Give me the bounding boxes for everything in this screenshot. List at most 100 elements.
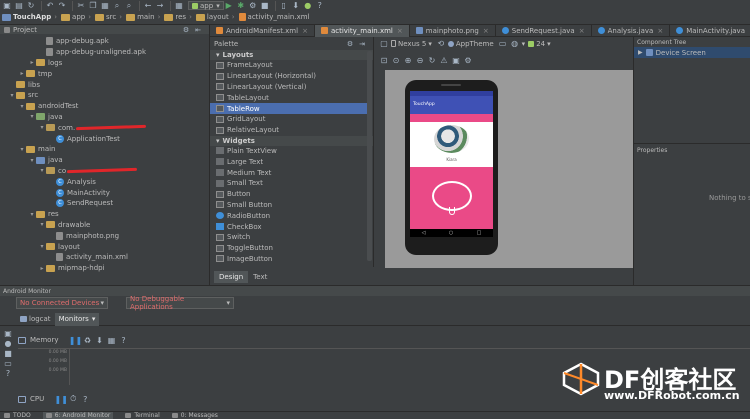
record-icon[interactable]: ● [3,338,13,348]
run-config-select[interactable]: app ▾ [188,1,224,10]
palette-item[interactable]: Button [210,189,373,200]
cpu-pause-icon[interactable]: ❚❚ [55,394,68,404]
breadcrumb-item[interactable]: res › [164,13,192,21]
tree-item[interactable]: ▾ com. [0,122,209,133]
tree-item[interactable]: mainphoto.png [0,230,209,241]
close-icon[interactable]: × [579,27,585,35]
monitor-tab-monitors[interactable]: Monitors ▾ [54,312,100,326]
sdk-icon[interactable]: ⬇ [291,1,301,11]
monitor-tab-logcat[interactable]: logcat [16,313,55,326]
chevron-right-icon[interactable]: ▸ [18,70,26,77]
editor-tab[interactable]: activity_main.xml × [314,24,410,37]
editor-tab[interactable]: Analysis.java × [592,24,671,37]
device-select[interactable]: Nexus 5 ▾ [391,40,432,48]
project-hide-icon[interactable]: ⇤ [193,25,203,35]
tree-item[interactable]: ▾ java [0,155,209,166]
run-icon[interactable]: ▶ [224,1,234,11]
tree-item[interactable]: ▾ res [0,209,209,220]
palette-item[interactable]: Small Text [210,178,373,189]
design-canvas[interactable]: TouchApp Kiara ◁ ○ □ [385,70,633,268]
palette-group-header[interactable]: ▾ Widgets [210,135,373,146]
locale-icon[interactable]: ◍ [510,39,520,49]
orientation-icon[interactable]: ⟲ [436,39,446,49]
debug-icon[interactable]: ✱ [236,1,246,11]
device-selector[interactable]: No Connected Devices ▾ [16,297,108,309]
palette-item[interactable]: TableLayout [210,92,373,103]
refresh-icon[interactable]: ↻ [427,55,437,65]
open-icon[interactable]: ▣ [2,1,12,11]
tree-item[interactable]: ▾ main [0,144,209,155]
project-settings-icon[interactable]: ⚙ [181,25,191,35]
breadcrumb-item[interactable]: src › [95,13,122,21]
bottom-tool-tab[interactable]: 0: Messages [171,412,218,419]
make-icon[interactable]: ▦ [174,1,184,11]
memory-pause-icon[interactable]: ❚❚ [69,335,82,345]
close-icon[interactable]: × [397,27,403,35]
copy-icon[interactable]: ❐ [88,1,98,11]
palette-scrollbar[interactable] [367,51,372,261]
tree-item[interactable]: ▾ src [0,90,209,101]
chevron-right-icon[interactable]: ▸ [38,265,46,272]
tree-item[interactable]: ▸ mipmap-hdpi [0,263,209,274]
palette-item[interactable]: TableRow [210,103,368,114]
layout-icon[interactable]: ▭ [3,358,13,368]
palette-item[interactable]: Large Text [210,156,373,167]
paste-icon[interactable]: ▦ [100,1,110,11]
bottom-tool-tab[interactable]: Terminal [125,412,160,419]
memory-help-icon[interactable]: ? [118,335,128,345]
palette-item[interactable]: Switch [210,232,373,243]
chevron-down-icon[interactable]: ▾ [38,124,46,131]
tree-item[interactable]: C MainActivity [0,187,209,198]
app-selector[interactable]: No Debuggable Applications ▾ [126,295,234,311]
tree-item[interactable]: libs [0,79,209,90]
layout-variants-icon[interactable]: ▢ [379,39,389,49]
tree-item[interactable]: ▾ androidTest [0,101,209,112]
sync-icon[interactable]: ↻ [26,1,36,11]
palette-item[interactable]: Small Button [210,200,373,211]
palette-item[interactable]: LinearLayout (Horizontal) [210,71,373,82]
editor-tab[interactable]: AndroidManifest.xml × [210,24,315,37]
component-tree-root[interactable]: ▶ Device Screen [634,47,750,58]
chevron-down-icon[interactable]: ▾ [8,92,16,99]
zoom-actual-icon[interactable]: ⊙ [391,55,401,65]
tree-item[interactable]: ▸ logs [0,58,209,69]
undo-icon[interactable]: ↶ [45,1,55,11]
help-icon[interactable]: ? [315,1,325,11]
chevron-down-icon[interactable]: ▾ [28,113,36,120]
cut-icon[interactable]: ✂ [76,1,86,11]
memory-alloc-icon[interactable]: ▦ [106,335,116,345]
chevron-right-icon[interactable]: ▸ [28,59,36,66]
close-icon[interactable]: × [302,27,308,35]
tree-item[interactable]: ▾ java [0,112,209,123]
chevron-down-icon[interactable]: ▾ [18,146,26,153]
back-icon[interactable]: ← [143,1,153,11]
palette-item[interactable]: FrameLayout [210,60,373,71]
palette-item[interactable]: Plain TextView [210,146,373,157]
breadcrumb-item[interactable]: main › [126,13,160,21]
replace-icon[interactable]: ⌕ [124,1,134,11]
palette-hide-icon[interactable]: ⇥ [357,39,367,49]
palette-settings-icon[interactable]: ⚙ [345,39,355,49]
chevron-down-icon[interactable]: ▾ [38,167,46,174]
breadcrumb-item[interactable]: activity_main.xml [238,13,309,21]
android-device-icon[interactable]: ● [303,1,313,11]
breadcrumb-item[interactable]: layout › [195,13,235,21]
chevron-down-icon[interactable]: ▾ [28,211,36,218]
tree-item[interactable]: ▾ layout [0,241,209,252]
bottom-tool-tab[interactable]: TODO [4,412,31,419]
warnings-icon[interactable]: ⚠ [439,55,449,65]
breadcrumb-item[interactable]: app › [61,13,91,21]
palette-item[interactable]: GridLayout [210,114,373,125]
memory-gc-icon[interactable]: ♻ [82,335,92,345]
cpu-trace-icon[interactable]: ⏱ [68,394,78,404]
palette-item[interactable]: ImageButton [210,254,373,265]
zoom-fit-icon[interactable]: ⊡ [379,55,389,65]
chevron-down-icon[interactable]: ▾ [28,157,36,164]
tab-text[interactable]: Text [248,271,272,283]
tab-design[interactable]: Design [214,271,249,283]
chevron-down-icon[interactable]: ▾ [38,221,46,228]
find-icon[interactable]: ⌕ [112,1,122,11]
tree-item[interactable]: C SendRequest [0,198,209,209]
save-icon[interactable]: ▤ [14,1,24,11]
avd-icon[interactable]: ▯ [279,1,289,11]
